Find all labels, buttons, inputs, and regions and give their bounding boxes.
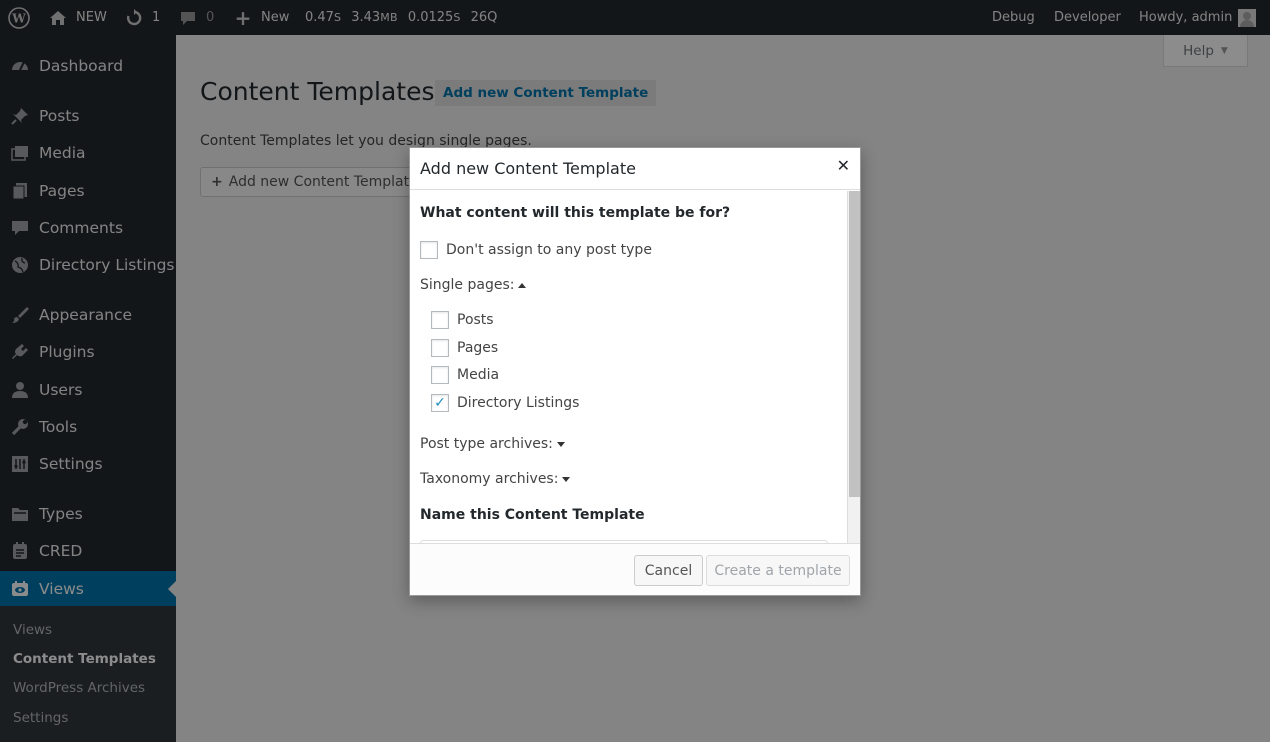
checkmark-icon: ✓ <box>434 395 446 411</box>
pages-checkbox[interactable] <box>431 339 449 357</box>
posts-checkbox[interactable] <box>431 311 449 329</box>
scrollbar-thumb[interactable] <box>849 191 860 497</box>
single-page-option-pages[interactable]: Pages <box>431 339 498 357</box>
directory-listings-checkbox[interactable]: ✓ <box>431 394 449 412</box>
create-template-button[interactable]: Create a template <box>706 555 850 586</box>
name-heading: Name this Content Template <box>420 507 645 523</box>
caret-down-icon <box>562 476 571 482</box>
dont-assign-option[interactable]: Don't assign to any post type <box>420 241 652 259</box>
caret-up-icon <box>518 282 527 288</box>
cancel-button[interactable]: Cancel <box>634 555 703 586</box>
dialog-body: What content will this template be for? … <box>410 191 860 543</box>
dialog-scrollbar[interactable] <box>847 191 860 543</box>
taxonomy-archives-toggle[interactable]: Taxonomy archives: <box>420 471 571 487</box>
media-checkbox[interactable] <box>431 366 449 384</box>
dialog-header: Add new Content Template ✕ <box>410 148 860 190</box>
single-pages-toggle[interactable]: Single pages: <box>420 277 527 293</box>
single-page-option-directory-listings[interactable]: ✓ Directory Listings <box>431 394 579 412</box>
dialog-question: What content will this template be for? <box>420 205 731 221</box>
single-page-option-media[interactable]: Media <box>431 366 499 384</box>
single-page-option-posts[interactable]: Posts <box>431 311 494 329</box>
close-icon[interactable]: ✕ <box>837 158 850 174</box>
dialog-title: Add new Content Template <box>420 159 636 178</box>
dont-assign-checkbox[interactable] <box>420 241 438 259</box>
dialog-footer: Cancel Create a template <box>410 543 860 595</box>
add-template-dialog: Add new Content Template ✕ What content … <box>409 147 861 596</box>
caret-down-icon <box>556 441 565 447</box>
post-type-archives-toggle[interactable]: Post type archives: <box>420 436 565 452</box>
